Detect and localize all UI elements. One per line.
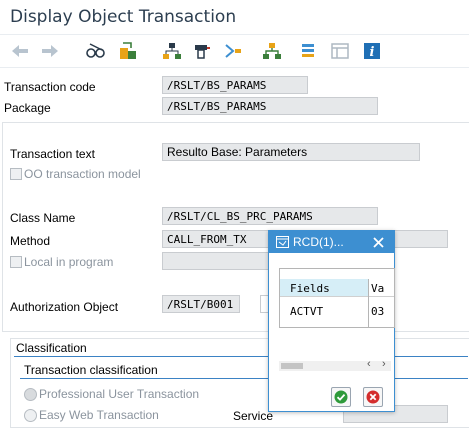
column-header-fields[interactable]: Fields: [290, 282, 330, 295]
layout-icon[interactable]: [330, 41, 350, 61]
transaction-text-label: Transaction text: [10, 147, 95, 161]
cancel-icon: [366, 390, 380, 404]
local-program-label: Local in program: [24, 255, 114, 269]
auth-object-label: Authorization Object: [10, 300, 119, 314]
table-row-field[interactable]: ACTVT: [290, 305, 323, 318]
confirm-button[interactable]: [331, 387, 351, 407]
oo-model-checkbox[interactable]: [10, 168, 22, 180]
package-field[interactable]: /RSLT/BS_PARAMS: [162, 97, 378, 115]
popup-window-icon: [276, 236, 289, 248]
stack-icon[interactable]: [298, 41, 318, 61]
transaction-text-field[interactable]: Resulto Base: Parameters: [162, 143, 420, 161]
forward-arrow-icon[interactable]: [40, 41, 60, 61]
rcd-popup: RCD(1)... Fields Va ACTVT 03 ‹ ›: [268, 230, 395, 412]
easy-web-radio[interactable]: [24, 409, 37, 422]
easy-web-label: Easy Web Transaction: [39, 408, 159, 422]
horizontal-scrollbar[interactable]: ‹ ›: [279, 358, 391, 371]
class-name-label: Class Name: [10, 211, 76, 225]
info-icon[interactable]: i: [362, 41, 382, 61]
enterprise-structure-icon[interactable]: [262, 41, 282, 61]
local-program-checkbox[interactable]: [10, 256, 22, 268]
classification-divider: [14, 356, 468, 357]
popup-title-bar[interactable]: RCD(1)...: [269, 231, 394, 253]
hierarchy-objects-icon[interactable]: [162, 41, 182, 61]
transaction-classification-title: Transaction classification: [24, 363, 158, 377]
close-icon[interactable]: [373, 237, 384, 248]
back-arrow-icon[interactable]: [10, 41, 30, 61]
svg-text:i: i: [370, 45, 375, 60]
where-used-icon[interactable]: [192, 41, 212, 61]
checkmark-icon: [334, 390, 348, 404]
package-label: Package: [4, 101, 51, 115]
auth-object-field[interactable]: /RSLT/B001: [162, 295, 240, 313]
scroll-right-icon[interactable]: ›: [382, 358, 386, 370]
navigation-icon[interactable]: [224, 41, 244, 61]
window-title: Display Object Transaction: [10, 7, 237, 27]
service-label: Service: [233, 409, 274, 423]
professional-user-radio[interactable]: [24, 388, 37, 401]
table-row-value[interactable]: 03: [371, 305, 384, 318]
classification-title: Classification: [16, 341, 87, 355]
scrollbar-thumb[interactable]: [281, 363, 303, 369]
transaction-classification-divider: [20, 378, 468, 379]
fields-table: Fields Va ACTVT 03: [279, 268, 395, 328]
transaction-code-label: Transaction code: [4, 80, 96, 94]
transaction-code-field[interactable]: /RSLT/BS_PARAMS: [162, 76, 308, 94]
local-program-field[interactable]: [162, 252, 270, 270]
professional-user-label: Professional User Transaction: [39, 387, 200, 401]
class-name-field[interactable]: /RSLT/CL_BS_PRC_PARAMS: [162, 207, 378, 225]
glasses-display-change-icon[interactable]: [86, 41, 106, 61]
scroll-left-icon[interactable]: ‹: [367, 358, 371, 370]
oo-model-label: OO transaction model: [24, 167, 141, 181]
application-toolbar: i: [0, 34, 469, 68]
object-activation-icon[interactable]: [118, 41, 138, 61]
column-header-values[interactable]: Va: [371, 282, 384, 295]
popup-title: RCD(1)...: [293, 235, 344, 249]
method-label: Method: [10, 234, 51, 248]
cancel-button[interactable]: [363, 387, 383, 407]
